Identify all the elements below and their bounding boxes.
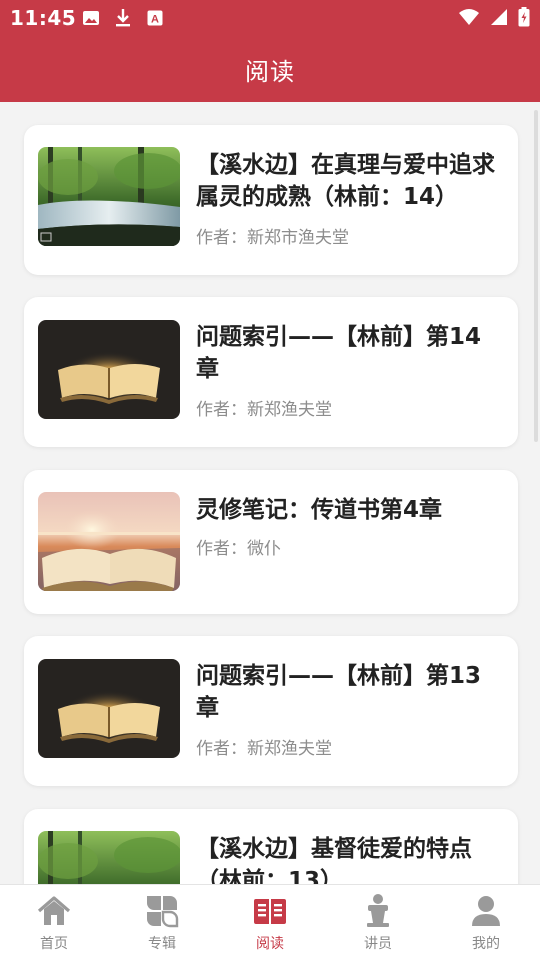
article-title[interactable]: 【溪水边】在真理与爱中追求属灵的成熟（林前：14）: [196, 149, 498, 213]
speaker-icon: [360, 893, 396, 929]
tab-label: 讲员: [364, 936, 392, 952]
forest-stream-thumbnail: [38, 831, 180, 884]
glowing-bible-thumbnail: [38, 659, 180, 758]
tab-label: 专辑: [148, 936, 176, 952]
app-bar: 阅读: [0, 36, 540, 102]
wifi-icon: [458, 8, 480, 30]
author-label: 作者：: [196, 400, 247, 420]
tab-album[interactable]: 专辑: [108, 885, 216, 960]
page-title: 阅读: [245, 57, 295, 86]
author-label: 作者：: [196, 228, 247, 248]
album-icon: [144, 893, 180, 929]
signal-icon: [490, 8, 508, 30]
author-name: 微仆: [247, 539, 281, 559]
status-bar: 11:45 A: [0, 0, 540, 36]
article-title[interactable]: 【溪水边】基督徒爱的特点（林前：13）: [196, 833, 498, 884]
article-card[interactable]: 【溪水边】在真理与爱中追求属灵的成熟（林前：14） 作者：新郑市渔夫堂: [24, 125, 518, 275]
status-time: 11:45: [10, 6, 77, 30]
forest-stream-thumbnail: [38, 147, 180, 246]
article-title[interactable]: 问题索引——【林前】第14章: [196, 321, 498, 385]
scrollbar[interactable]: [534, 110, 538, 442]
article-title[interactable]: 灵修笔记：传道书第4章: [196, 494, 498, 526]
article-card[interactable]: 问题索引——【林前】第14章 作者：新郑渔夫堂: [24, 297, 518, 447]
author-name: 新郑渔夫堂: [247, 400, 332, 420]
article-list[interactable]: 【溪水边】在真理与爱中追求属灵的成熟（林前：14） 作者：新郑市渔夫堂 问题索引…: [0, 102, 540, 884]
tab-reading[interactable]: 阅读: [216, 885, 324, 960]
article-card[interactable]: 问题索引——【林前】第13章 作者：新郑渔夫堂: [24, 636, 518, 786]
article-author: 作者：新郑渔夫堂: [196, 734, 332, 759]
home-icon: [36, 893, 72, 929]
article-card[interactable]: 灵修笔记：传道书第4章 作者：微仆: [24, 470, 518, 614]
bible-sunset-thumbnail: [38, 492, 180, 591]
image-icon: [82, 8, 100, 28]
article-card[interactable]: 【溪水边】基督徒爱的特点（林前：13）: [24, 809, 518, 884]
tab-label: 阅读: [256, 936, 284, 952]
svg-text:A: A: [151, 14, 159, 26]
download-icon: [114, 8, 132, 28]
article-author: 作者：微仆: [196, 534, 281, 559]
tab-label: 我的: [472, 936, 500, 952]
article-author: 作者：新郑渔夫堂: [196, 395, 332, 420]
author-name: 新郑渔夫堂: [247, 739, 332, 759]
battery-icon: [518, 7, 530, 31]
author-label: 作者：: [196, 739, 247, 759]
author-label: 作者：: [196, 539, 247, 559]
tab-label: 首页: [40, 936, 68, 952]
person-icon: [468, 893, 504, 929]
tab-home[interactable]: 首页: [0, 885, 108, 960]
bottom-tab-bar: 首页 专辑 阅读 讲员 我的: [0, 884, 540, 960]
author-name: 新郑市渔夫堂: [247, 228, 349, 248]
glowing-bible-thumbnail: [38, 320, 180, 419]
article-title[interactable]: 问题索引——【林前】第13章: [196, 660, 498, 724]
tab-speakers[interactable]: 讲员: [324, 885, 432, 960]
tab-profile[interactable]: 我的: [432, 885, 540, 960]
book-icon: [252, 893, 288, 929]
article-author: 作者：新郑市渔夫堂: [196, 223, 349, 248]
app-a-icon: A: [146, 8, 164, 28]
